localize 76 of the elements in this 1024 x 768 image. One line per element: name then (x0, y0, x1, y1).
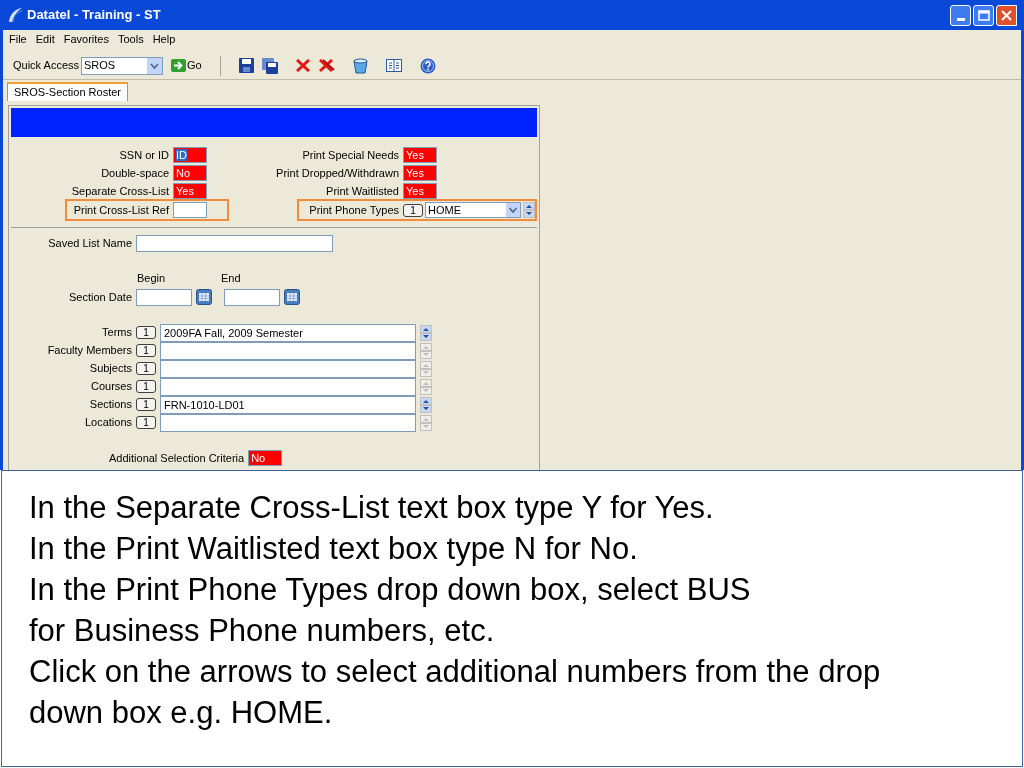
quick-access-dropdown[interactable]: SROS (81, 56, 164, 75)
list-value-field[interactable]: 2009FA Fall, 2009 Semester (160, 323, 416, 342)
field-label: Locations (83, 415, 132, 431)
phone-type-dropdown[interactable]: HOME (425, 202, 521, 218)
save-all-icon[interactable] (261, 57, 278, 74)
go-button[interactable]: Go (171, 57, 202, 74)
spinner-arrows-icon[interactable] (420, 396, 432, 413)
field-label: Print Phone Types (309, 202, 400, 218)
index-button[interactable]: 1 (136, 362, 156, 375)
saved-list-name-field[interactable] (136, 235, 333, 252)
field-label: Saved List Name (47, 236, 132, 252)
menu-item[interactable]: Tools (117, 30, 144, 48)
flag-field[interactable]: ID (173, 147, 207, 163)
index-button[interactable]: 1 (136, 380, 156, 393)
quick-access-label: Quick Access (13, 58, 80, 74)
field-label: SSN or ID (119, 147, 170, 163)
maximize-button[interactable] (973, 4, 994, 26)
flag-field[interactable]: Yes (403, 183, 437, 199)
delete-x-icon[interactable] (295, 59, 310, 72)
end-label: End (221, 271, 241, 286)
menu-item[interactable]: Favorites (63, 30, 109, 48)
help-icon[interactable] (419, 57, 436, 74)
menu-item[interactable]: Edit (35, 30, 55, 48)
field-label: Separate Cross-List (71, 183, 170, 199)
field-label: Print Special Needs (302, 147, 400, 163)
field-label: Faculty Members (46, 343, 132, 359)
flag-field[interactable]: No (173, 165, 207, 181)
menu-item[interactable]: File (9, 30, 27, 48)
field-label: Subjects (88, 361, 132, 377)
book-icon[interactable] (385, 59, 402, 72)
field-label: Section Date (68, 289, 132, 305)
field-label: Double-space (101, 165, 170, 181)
index-button[interactable]: 1 (136, 326, 156, 339)
end-date-field[interactable] (224, 288, 280, 306)
field-label: Print Dropped/Withdrawn (276, 165, 400, 181)
begin-date-field[interactable] (136, 288, 192, 306)
caption-line: In the Separate Cross-List text box type Y for Yes. (29, 489, 715, 527)
caption-line: In the Print Phone Types drop down box, select BUS (29, 571, 752, 609)
flag-field[interactable]: Yes (403, 165, 437, 181)
bucket-icon[interactable] (352, 57, 368, 74)
delete-all-x-icon[interactable] (318, 58, 335, 73)
field-label: Print Waitlisted (326, 183, 400, 199)
flag-field[interactable] (173, 202, 207, 218)
window-title: Datatel - Training - ST (27, 6, 161, 25)
minimize-icon (956, 17, 965, 21)
minimize-button[interactable] (950, 4, 971, 26)
index-button[interactable]: 1 (403, 203, 423, 217)
field-label: Terms (101, 325, 132, 341)
maximize-icon (977, 9, 990, 21)
flag-field[interactable]: No (248, 449, 283, 466)
begin-label: Begin (137, 271, 167, 286)
index-button[interactable]: 1 (136, 398, 156, 411)
field-label: Print Cross-List Ref (73, 202, 170, 218)
field-label: Courses (90, 379, 132, 395)
spinner-arrows-icon[interactable] (420, 324, 432, 341)
calendar-icon[interactable] (196, 289, 212, 305)
dropdown-caret-icon (147, 57, 163, 74)
caption-line: for Business Phone numbers, etc. (29, 612, 496, 650)
index-button[interactable]: 1 (136, 416, 156, 429)
save-icon[interactable] (238, 58, 254, 73)
field-label: Additional Selection Criteria (109, 450, 245, 466)
field-label: Sections (88, 397, 132, 413)
dropdown-caret-icon (506, 203, 520, 217)
flag-field[interactable]: Yes (403, 147, 437, 163)
caption-line: In the Print Waitlisted text box type N for No. (29, 530, 639, 568)
menu-item[interactable]: Help (152, 30, 176, 48)
app-logo-icon (7, 7, 23, 23)
tab[interactable]: SROS-Section Roster (7, 82, 128, 101)
close-button[interactable] (996, 4, 1017, 26)
spinner-arrows-icon[interactable] (523, 202, 535, 218)
index-button[interactable]: 1 (136, 344, 156, 357)
close-icon (1001, 9, 1012, 21)
flag-field[interactable]: Yes (173, 183, 207, 199)
caption-line: Click on the arrows to select additional numbers from the drop down box e.g. HOME. (29, 653, 882, 732)
arrow-right-icon (171, 59, 187, 72)
calendar-icon[interactable] (284, 289, 300, 305)
